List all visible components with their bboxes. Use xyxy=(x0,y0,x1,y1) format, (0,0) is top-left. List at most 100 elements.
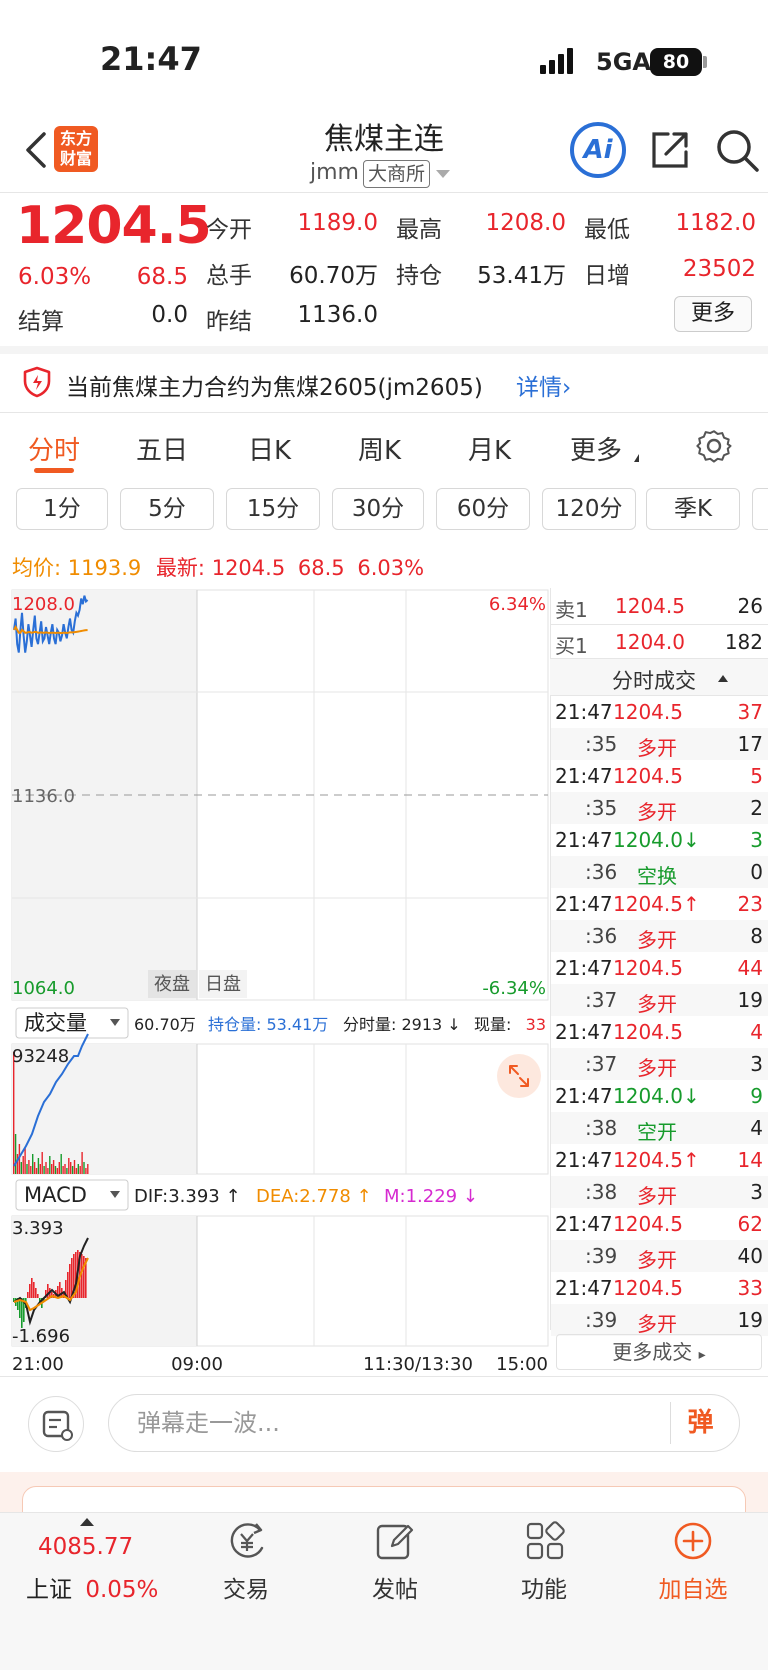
change-amount: 68.5 xyxy=(136,264,188,290)
trade-count: 3 xyxy=(750,1180,763,1204)
battery-tip xyxy=(703,56,707,68)
period-overflow[interactable] xyxy=(752,488,768,530)
trade-volume: 14 xyxy=(737,1148,763,1172)
volume-bar xyxy=(51,1164,53,1174)
trades-header[interactable]: 分时成交 xyxy=(550,658,768,696)
ask-label: 卖1 xyxy=(555,598,588,622)
volume-now-label: 现量: xyxy=(474,1015,511,1034)
trade-second: :38 xyxy=(585,1180,618,1204)
trade-second: :39 xyxy=(585,1244,618,1268)
period-60min[interactable]: 60分 xyxy=(436,488,530,530)
volume-bar xyxy=(62,1166,64,1174)
volume-bar xyxy=(73,1160,76,1174)
trade-type: 多开 xyxy=(637,1248,677,1272)
trade-icon[interactable] xyxy=(226,1520,268,1562)
volume-value: 60.70万 xyxy=(289,263,378,289)
trade-second: :37 xyxy=(585,988,618,1012)
trade-volume: 9 xyxy=(750,1084,763,1108)
price-axis-mid: 1136.0 xyxy=(12,786,75,807)
period-120min[interactable]: 120分 xyxy=(542,488,636,530)
index-value[interactable]: 4085.77 xyxy=(38,1534,133,1560)
pct-axis-bottom: -6.34% xyxy=(482,978,546,999)
tab-more[interactable]: 更多 xyxy=(570,430,622,467)
info-line: 均价: 1193.9 最新: 1204.5 68.5 6.03% xyxy=(12,552,424,582)
trade-time: 21:47 xyxy=(555,892,613,916)
volume-bar xyxy=(14,1134,17,1174)
volume-oi: 持仓量: 53.41万 xyxy=(208,1015,328,1034)
trade-time: 21:47 xyxy=(555,700,613,724)
expand-button[interactable] xyxy=(497,1054,541,1098)
more-button[interactable]: 更多 xyxy=(674,296,752,332)
tab-weekly-k[interactable]: 周K xyxy=(358,430,401,467)
volume-bar xyxy=(71,1166,74,1174)
x-tick: 09:00 xyxy=(171,1354,223,1375)
price-axis-bottom: 1064.0 xyxy=(12,978,75,999)
grid-icon[interactable] xyxy=(524,1520,566,1562)
volume-label: 总手 xyxy=(206,263,252,289)
nav-trade-label[interactable]: 交易 xyxy=(186,1570,306,1604)
tab-five-day[interactable]: 五日 xyxy=(136,430,188,467)
macd-bar xyxy=(83,1256,85,1298)
volume-now: 33 xyxy=(526,1015,546,1034)
ai-assistant-icon[interactable]: Ai xyxy=(570,122,626,178)
volume-bar xyxy=(85,1168,87,1174)
trade-time: 21:47 xyxy=(555,1148,613,1172)
x-tick: 11:30/13:30 xyxy=(363,1354,473,1375)
nav-add-watchlist-label[interactable]: 加自选 xyxy=(633,1570,753,1604)
trade-subrow: :35 多开 17 xyxy=(551,728,768,760)
trade-subrow: :39 多开 19 xyxy=(551,1304,768,1336)
open-label: 今开 xyxy=(206,217,252,243)
trade-price: 1204.5↑ xyxy=(613,1148,700,1172)
trade-volume: 62 xyxy=(737,1212,763,1236)
volume-bar xyxy=(43,1166,45,1174)
comment-list-button[interactable] xyxy=(28,1396,84,1452)
danmaku-button[interactable]: 弹 xyxy=(670,1402,730,1444)
tab-daily-k[interactable]: 日K xyxy=(248,430,291,467)
trade-second: :36 xyxy=(585,860,618,884)
volume-bar xyxy=(70,1162,72,1174)
trade-second: :38 xyxy=(585,1116,618,1140)
caret-up-icon[interactable] xyxy=(80,1518,94,1526)
nav-post-label[interactable]: 发帖 xyxy=(335,1570,455,1604)
gear-icon[interactable] xyxy=(696,428,732,464)
trades-title: 分时成交 xyxy=(612,669,696,693)
period-season-k[interactable]: 季K xyxy=(646,488,740,530)
share-icon[interactable] xyxy=(648,128,692,172)
bid-price: 1204.0 xyxy=(615,630,685,654)
tab-intraday[interactable]: 分时 xyxy=(28,430,80,467)
period-30min[interactable]: 30分 xyxy=(332,488,424,530)
tab-monthly-k[interactable]: 月K xyxy=(468,430,511,467)
chevron-down-icon[interactable] xyxy=(436,170,450,178)
period-1min[interactable]: 1分 xyxy=(16,488,108,530)
macd-axis-top: 3.393 xyxy=(12,1218,64,1239)
high-label: 最高 xyxy=(396,217,442,243)
main-contract-notice: 当前焦煤主力合约为焦煤2605(jm2605) xyxy=(66,375,483,401)
contract-code: jmm xyxy=(310,160,359,185)
macd-dea: DEA:2.778 ↑ xyxy=(256,1186,372,1207)
signal-icon xyxy=(540,48,573,74)
trade-time: 21:47 xyxy=(555,1020,613,1044)
index-ticker[interactable]: 上证 0.05% xyxy=(26,1570,158,1604)
trades-list[interactable]: 21:47 1204.5 37:35 多开 17 21:47 1204.5 5:35 多开 2 21… xyxy=(550,696,768,1336)
volume-axis-top: 93248 xyxy=(12,1046,69,1067)
volume-bar xyxy=(32,1154,34,1174)
battery-icon: 80 xyxy=(650,48,702,76)
compose-icon[interactable] xyxy=(374,1520,416,1562)
period-15min[interactable]: 15分 xyxy=(226,488,320,530)
intraday-chart[interactable]: 1208.0 6.34% 1136.0 1064.0 -6.34% 夜盘 日盘 … xyxy=(0,586,552,1380)
search-icon[interactable] xyxy=(713,126,761,174)
volume-bar xyxy=(68,1158,70,1174)
danmaku-input[interactable]: 弹幕走一波... xyxy=(108,1394,740,1452)
chevron-right-icon: › xyxy=(562,375,572,401)
more-trades-button[interactable]: 更多成交 ▸ xyxy=(556,1334,762,1370)
exchange-badge[interactable]: 大商所 xyxy=(363,160,431,188)
nav-function-label[interactable]: 功能 xyxy=(484,1570,604,1604)
trade-volume: 5 xyxy=(750,764,763,788)
macd-dif: DIF:3.393 ↑ xyxy=(134,1186,241,1207)
notice-detail-link[interactable]: 详情› xyxy=(516,368,571,402)
add-circle-icon[interactable] xyxy=(672,1520,714,1562)
trade-type: 多开 xyxy=(637,736,677,760)
trade-time: 21:47 xyxy=(555,764,613,788)
trade-type: 多开 xyxy=(637,1184,677,1208)
period-5min[interactable]: 5分 xyxy=(120,488,214,530)
